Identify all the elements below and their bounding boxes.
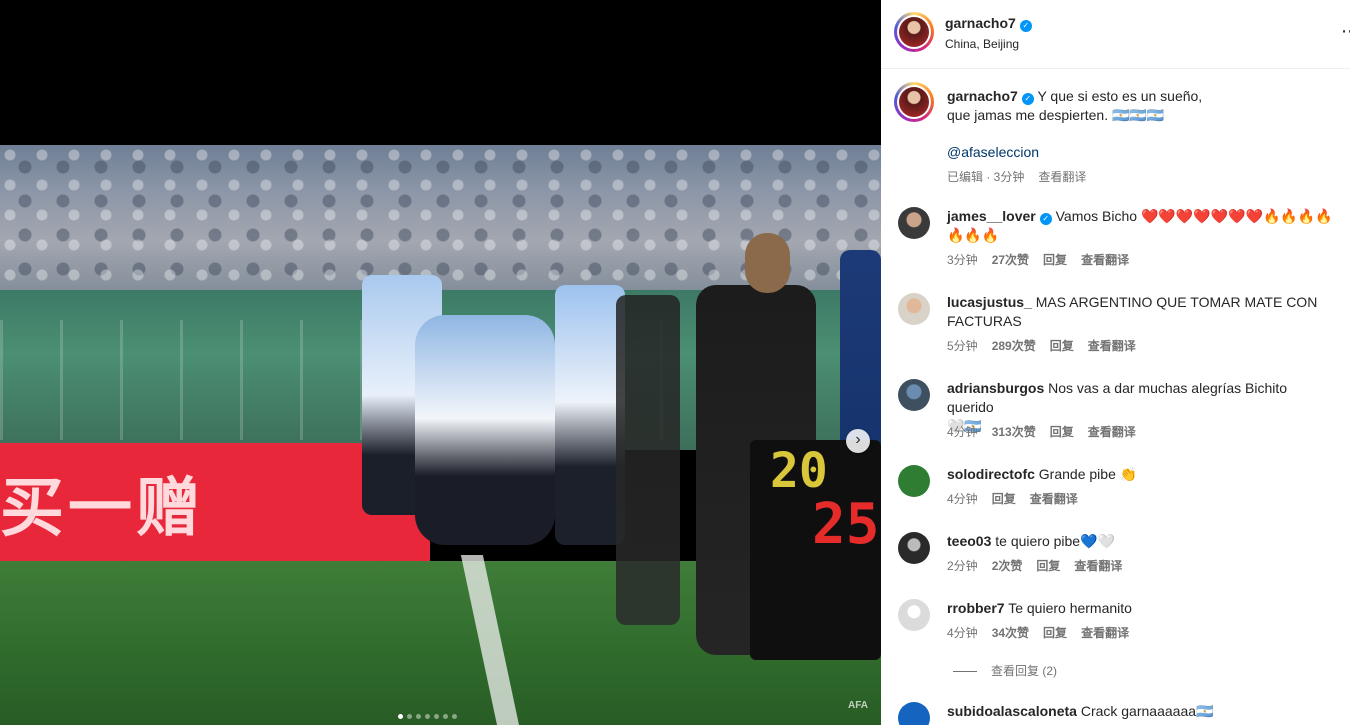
chevron-right-icon: › [855,431,861,448]
carousel-dot [416,714,421,719]
comment-likes[interactable]: 313次赞 [992,425,1036,439]
carousel-dot [407,714,412,719]
comment-meta: 2分钟 2次赞 回复 查看翻译 [947,557,1136,574]
comment-text-continued: FACTURAS [947,313,1022,329]
verified-icon: ✓ [1021,93,1034,105]
comment-time: 4分钟 [947,626,978,640]
comment-likes[interactable]: 27次赞 [992,253,1029,267]
comment-body: solodirectofc Grande pibe 👏 [947,465,1337,484]
comment-text: Crack garnaaaaaa🇦🇷 [1076,703,1214,719]
carousel-dot [425,714,430,719]
comment-avatar[interactable] [898,532,930,564]
comment-text-continued: 🔥🔥🔥 [947,227,1000,243]
comment-meta: 5分钟 289次赞 回复 查看翻译 [947,337,1150,354]
comment-meta: 4分钟 313次赞 回复 查看翻译 [947,423,1150,440]
comment-body: james__lover ✓ Vamos Bicho ❤️❤️❤️❤️❤️❤️❤️… [947,207,1337,245]
comment-meta: 4分钟 回复 查看翻译 [947,490,1092,507]
comment-translate-button[interactable]: 查看翻译 [1081,253,1129,267]
carousel-dots [398,714,457,719]
comment-username[interactable]: adriansburgos [947,380,1044,396]
comment-avatar[interactable] [898,465,930,497]
carousel-dot [434,714,439,719]
comment-avatar[interactable] [898,599,930,631]
caption-line2: que jamas me despierten. 🇦🇷🇦🇷🇦🇷 [947,107,1165,123]
carousel-dot [443,714,448,719]
comment-reply-button[interactable]: 回复 [1043,626,1067,640]
comment-reply-button[interactable]: 回复 [1036,559,1060,573]
comment-time: 5分钟 [947,339,978,353]
comment-translate-button[interactable]: 查看翻译 [1030,492,1078,506]
comment-avatar[interactable] [898,379,930,411]
comment-text: te quiero pibe💙🤍 [991,533,1115,549]
substitution-board-digits: 20 [770,443,828,499]
author-username[interactable]: garnacho7 ✓ [945,15,1032,32]
comment-time: 2分钟 [947,559,978,573]
comment-text: Vamos Bicho ❤️❤️❤️❤️❤️❤️❤️🔥🔥🔥🔥 [1051,208,1333,224]
advertising-text: 买一赠 [0,472,204,546]
comment-reply-button[interactable]: 回复 [1043,253,1067,267]
comment-body: teeo03 te quiero pibe💙🤍 [947,532,1337,551]
comment-avatar[interactable] [898,293,930,325]
comment-likes[interactable]: 289次赞 [992,339,1036,353]
comment-text: Grande pibe 👏 [1034,466,1138,482]
caption-translate-button[interactable]: 查看翻译 [1038,170,1086,184]
comment-avatar[interactable] [898,702,930,725]
carousel-dot [398,714,403,719]
caption-username[interactable]: garnacho7 [947,88,1018,104]
comment-username[interactable]: lucasjustus_ [947,294,1032,310]
comment-time: 3分钟 [947,253,978,267]
caption-text: garnacho7 ✓ Y que si esto es un sueño, qu… [947,87,1337,125]
comment-reply-button[interactable]: 回复 [1050,339,1074,353]
caption-avatar[interactable] [894,82,934,122]
comment-meta: 4分钟 34次赞 回复 查看翻译 [947,624,1143,641]
comment-avatar[interactable] [898,207,930,239]
comment-translate-button[interactable]: 查看翻译 [1088,425,1136,439]
post-location[interactable]: China, Beijing [945,37,1019,51]
comment-username[interactable]: subidoalascaloneta [947,703,1077,719]
substitution-board-digits-red: 25 [812,492,880,557]
comment-translate-button[interactable]: 查看翻译 [1074,559,1122,573]
author-username-text[interactable]: garnacho7 [945,15,1016,31]
comment-reply-button[interactable]: 回复 [992,492,1016,506]
verified-icon: ✓ [1039,213,1052,225]
comment-translate-button[interactable]: 查看翻译 [1088,339,1136,353]
replies-divider [953,671,977,673]
caption-edited: 已编辑 · 3分钟 [947,170,1025,184]
assistant-referee [616,295,680,625]
view-replies-label[interactable]: 查看回复 (2) [991,664,1057,678]
comment-username[interactable]: teeo03 [947,533,991,549]
comment-time: 4分钟 [947,492,978,506]
more-options-icon[interactable]: ⋯ [1341,22,1350,40]
comment-time: 4分钟 [947,425,978,439]
carousel-next-button[interactable]: › [846,429,870,453]
author-avatar[interactable] [894,12,934,52]
comment-body: lucasjustus_ MAS ARGENTINO QUE TOMAR MAT… [947,293,1337,331]
post-media[interactable]: 买一赠 20 25 › AFA [0,0,881,725]
view-replies-button[interactable]: 查看回复 (2) [953,662,1057,679]
comment-username[interactable]: rrobber7 [947,600,1005,616]
caption-mention[interactable]: @afaseleccion [947,143,1337,162]
player-2 [415,315,555,545]
comment-username[interactable]: solodirectofc [947,466,1035,482]
comment-body: rrobber7 Te quiero hermanito [947,599,1337,618]
carousel-dot [452,714,457,719]
player-3 [555,285,625,545]
post-side-panel: garnacho7 ✓ China, Beijing ⋯ garnacho7 ✓ Y… [881,0,1350,725]
comment-text: MAS ARGENTINO QUE TOMAR MATE CON [1031,294,1318,310]
comment-text: Te quiero hermanito [1004,600,1132,616]
post-photo: 买一赠 20 25 [0,145,881,725]
comment-username[interactable]: james__lover [947,208,1036,224]
comment-reply-button[interactable]: 回复 [1050,425,1074,439]
caption-line1: Y que si esto es un sueño, [1037,88,1203,104]
verified-icon: ✓ [1019,20,1032,32]
comment-translate-button[interactable]: 查看翻译 [1081,626,1129,640]
post-header: garnacho7 ✓ China, Beijing ⋯ [881,0,1350,69]
caption-meta: 已编辑 · 3分钟 查看翻译 [947,168,1100,185]
comment-meta: 3分钟 27次赞 回复 查看翻译 [947,251,1143,268]
comment-likes[interactable]: 34次赞 [992,626,1029,640]
comment-likes[interactable]: 2次赞 [992,559,1023,573]
afa-logo: AFA [848,700,868,711]
comment-body: subidoalascaloneta Crack garnaaaaaa🇦🇷 [947,702,1337,721]
official-head [745,233,790,293]
